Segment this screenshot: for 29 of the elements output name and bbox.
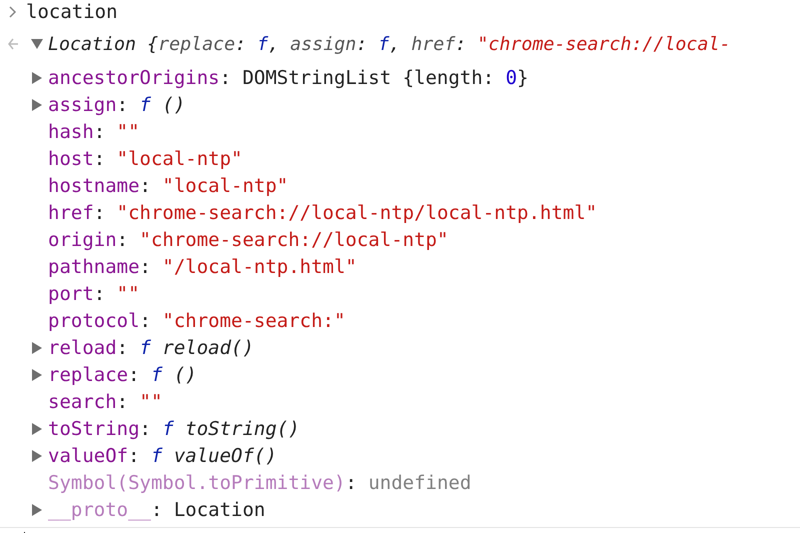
collapsed-triangle-icon[interactable] — [32, 422, 42, 434]
property-text: hash: "" — [48, 120, 140, 142]
collapsed-triangle-icon[interactable] — [32, 342, 42, 354]
property-text: reload: f reload() — [48, 336, 254, 358]
property-text: port: "" — [48, 282, 140, 304]
result-arrow-icon — [8, 38, 18, 50]
property-text: pathname: "/local-ntp.html" — [48, 256, 357, 278]
collapsed-triangle-icon[interactable] — [32, 368, 42, 380]
property-text: hostname: "local-ntp" — [48, 174, 288, 196]
collapsed-triangle-icon[interactable] — [32, 450, 42, 462]
property-text: ancestorOrigins: DOMStringList {length: 0} — [48, 66, 528, 88]
property-text: href: "chrome-search://local-ntp/local-ntp.html" — [48, 202, 598, 224]
input-text: location — [26, 1, 118, 23]
property-text: assign: f () — [48, 94, 186, 116]
property-text: search: "" — [48, 390, 162, 412]
collapsed-triangle-icon[interactable] — [32, 98, 42, 110]
property-text: replace: f () — [48, 364, 197, 386]
property-text: __proto__: Location — [48, 498, 266, 520]
expanded-triangle-icon[interactable] — [31, 39, 43, 49]
collapsed-triangle-icon[interactable] — [32, 504, 42, 516]
object-summary[interactable]: Location {replace: f, assign: f, href: "chrome-search://local- — [48, 34, 730, 54]
property-text: Symbol(Symbol.toPrimitive): undefined — [48, 472, 472, 494]
property-text: protocol: "chrome-search:" — [48, 310, 346, 332]
collapsed-triangle-icon[interactable] — [32, 72, 42, 84]
property-text: origin: "chrome-search://local-ntp" — [48, 228, 448, 250]
property-text: host: "local-ntp" — [48, 148, 242, 170]
input-prompt-icon — [9, 6, 17, 18]
property-text: valueOf: f valueOf() — [48, 444, 277, 466]
property-text: toString: f toString() — [48, 418, 300, 440]
